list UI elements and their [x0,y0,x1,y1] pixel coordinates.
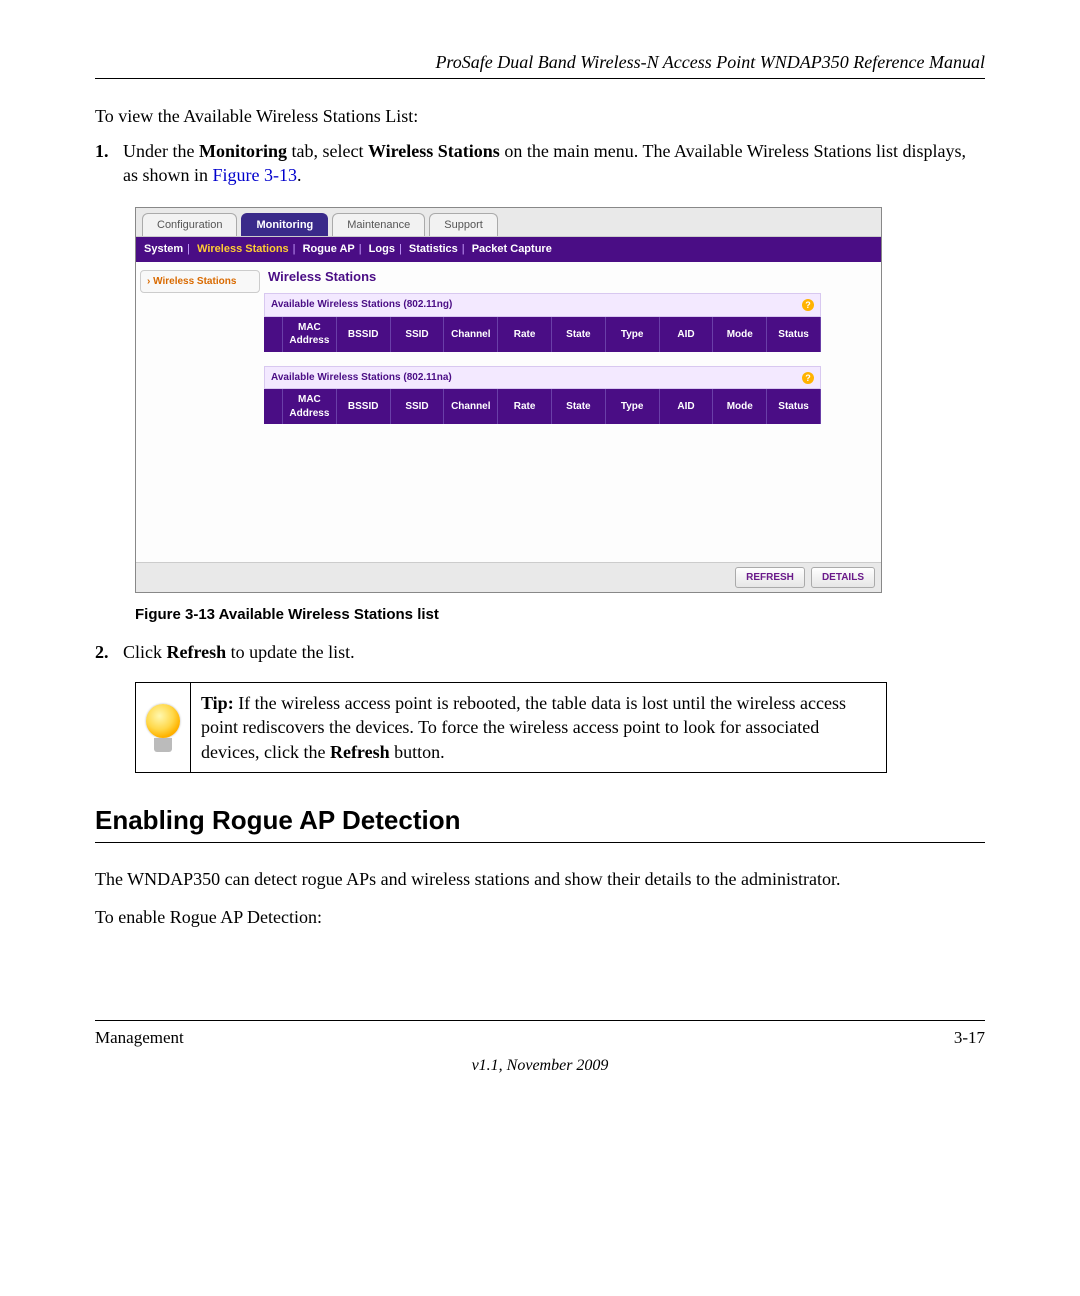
tip-box: Tip: If the wireless access point is reb… [135,682,887,773]
lightbulb-icon [142,702,184,752]
submenu-rogue-ap[interactable]: Rogue AP [303,243,355,255]
step-2-body: Click Refresh to update the list. [123,640,985,664]
submenu-packet-capture[interactable]: Packet Capture [472,243,552,255]
table-na: MAC Address BSSID SSID Channel Rate Stat… [264,389,821,424]
footer-rule [95,1020,985,1021]
step-1-body: Under the Monitoring tab, select Wireles… [123,139,985,188]
step-2-number: 2. [95,640,123,664]
panel-title: Wireless Stations [268,268,881,286]
content-panel: Wireless Stations Available Wireless Sta… [264,262,881,562]
tab-support[interactable]: Support [429,213,498,236]
step-1: 1. Under the Monitoring tab, select Wire… [95,139,985,188]
table-ng-header: Available Wireless Stations (802.11ng) ? [264,293,821,317]
top-tab-row: Configuration Monitoring Maintenance Sup… [136,208,881,237]
section-heading: Enabling Rogue AP Detection [95,803,985,838]
tab-configuration[interactable]: Configuration [142,213,237,236]
figure-link[interactable]: Figure 3-13 [213,165,298,185]
sidebar-item-wireless-stations[interactable]: › Wireless Stations [140,270,260,294]
figure-caption: Figure 3-13 Available Wireless Stations … [135,605,985,625]
submenu-logs[interactable]: Logs [369,243,395,255]
section-rule [95,842,985,843]
refresh-button[interactable]: REFRESH [735,567,805,589]
intro-text: To view the Available Wireless Stations … [95,104,985,128]
table-na-header: Available Wireless Stations (802.11na) ? [264,366,821,390]
footer-left: Management [95,1027,184,1050]
submenu-statistics[interactable]: Statistics [409,243,458,255]
help-icon[interactable]: ? [802,299,814,311]
step-1-number: 1. [95,139,123,188]
page-header-title: ProSafe Dual Band Wireless-N Access Poin… [95,50,985,74]
submenu-system[interactable]: System [144,243,183,255]
screenshot-footer-bar: REFRESH DETAILS [136,562,881,593]
table-ng-wrap: Available Wireless Stations (802.11ng) ?… [264,293,821,352]
step-2: 2. Click Refresh to update the list. [95,640,985,664]
details-button[interactable]: DETAILS [811,567,875,589]
header-rule [95,78,985,79]
help-icon[interactable]: ? [802,372,814,384]
submenu-bar: System| Wireless Stations| Rogue AP| Log… [136,237,881,262]
figure-screenshot: Configuration Monitoring Maintenance Sup… [135,207,882,593]
table-ng-columns: MAC Address BSSID SSID Channel Rate Stat… [264,317,821,352]
tab-monitoring[interactable]: Monitoring [241,213,328,236]
steps-list-2: 2. Click Refresh to update the list. [95,640,985,664]
footer-version: v1.1, November 2009 [95,1055,985,1077]
tab-maintenance[interactable]: Maintenance [332,213,425,236]
footer-right: 3-17 [954,1027,985,1050]
paragraph-1: The WNDAP350 can detect rogue APs and wi… [95,867,985,891]
table-na-columns: MAC Address BSSID SSID Channel Rate Stat… [264,389,821,424]
table-ng: MAC Address BSSID SSID Channel Rate Stat… [264,317,821,352]
tip-text: Tip: If the wireless access point is reb… [191,683,886,772]
tip-icon-cell [136,683,191,772]
submenu-wireless-stations[interactable]: Wireless Stations [197,243,289,255]
table-na-wrap: Available Wireless Stations (802.11na) ?… [264,366,821,425]
left-sidebar: › Wireless Stations [136,262,264,562]
page-footer: Management 3-17 v1.1, November 2009 [95,1020,985,1078]
paragraph-2: To enable Rogue AP Detection: [95,905,985,929]
steps-list: 1. Under the Monitoring tab, select Wire… [95,139,985,188]
